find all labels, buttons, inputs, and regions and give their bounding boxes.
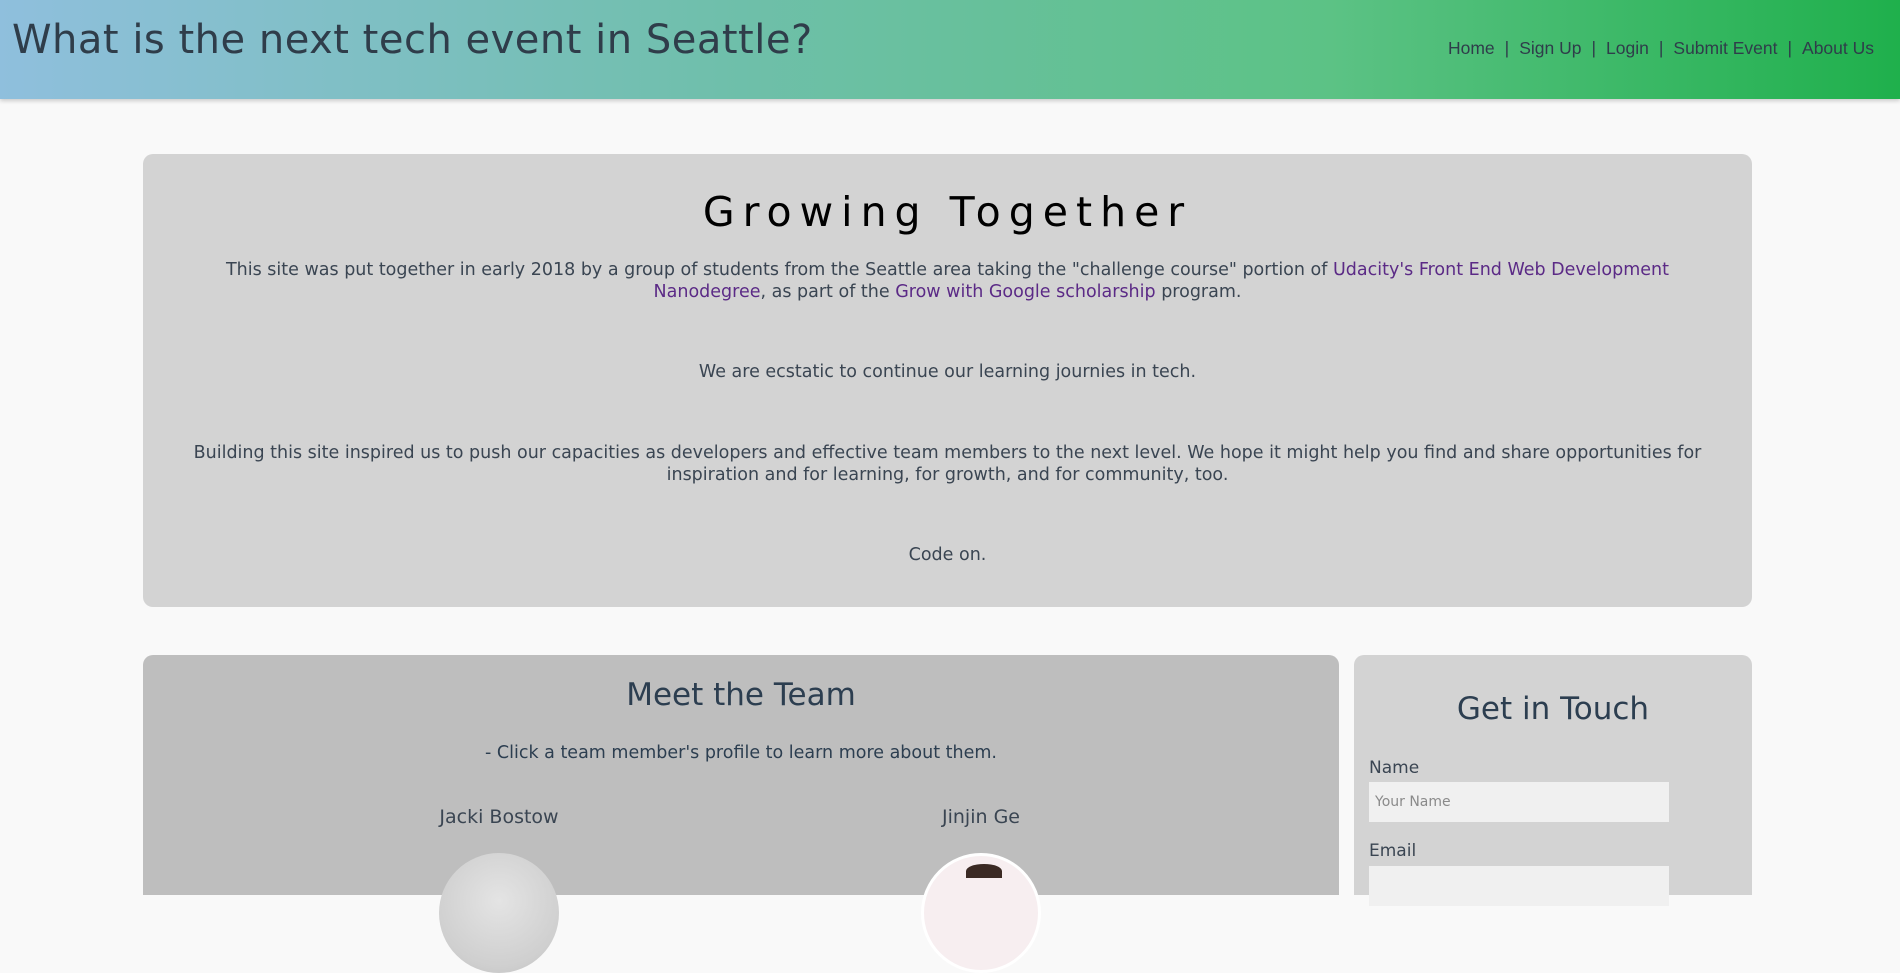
about-paragraph-intro: This site was put together in early 2018…	[193, 259, 1702, 303]
nav-separator: |	[1787, 38, 1793, 58]
nav-submit-event-link[interactable]: Submit Event	[1673, 38, 1777, 59]
about-paragraph-signoff: Code on.	[908, 545, 987, 565]
nav-login-link[interactable]: Login	[1606, 38, 1649, 59]
name-input[interactable]	[1369, 782, 1669, 822]
avatar-hair	[966, 864, 1002, 878]
avatar[interactable]	[439, 853, 559, 973]
site-title: What is the next tech event in Seattle?	[12, 17, 813, 63]
team-member-name: Jinjin Ge	[942, 806, 1020, 828]
team-subtitle: - Click a team member's profile to learn…	[485, 743, 997, 763]
email-input[interactable]	[1369, 866, 1669, 906]
intro-text-start: This site was put together in early 2018…	[225, 260, 1333, 280]
contact-title: Get in Touch	[1456, 691, 1650, 727]
grow-with-google-link[interactable]: Grow with Google scholarship	[895, 282, 1155, 302]
nav-separator: |	[1591, 38, 1597, 58]
nav-about-us-link[interactable]: About Us	[1802, 38, 1874, 59]
about-panel: Growing Together This site was put toget…	[143, 154, 1752, 607]
team-member-card[interactable]: Jacki Bostow	[349, 806, 649, 973]
nav-signup-link[interactable]: Sign Up	[1519, 38, 1581, 59]
team-member-name: Jacki Bostow	[439, 806, 559, 828]
site-header: What is the next tech event in Seattle? …	[0, 0, 1900, 99]
nav-separator: |	[1504, 38, 1510, 58]
about-paragraph-inspiration: Building this site inspired us to push o…	[193, 443, 1702, 485]
nav-home-link[interactable]: Home	[1448, 38, 1495, 59]
contact-panel: Get in Touch Name Email	[1354, 655, 1752, 906]
team-title: Meet the Team	[626, 677, 856, 713]
email-label: Email	[1369, 841, 1417, 861]
intro-text-middle: , as part of the	[760, 282, 896, 302]
team-panel: Meet the Team - Click a team member's pr…	[143, 655, 1339, 973]
about-title: Growing Together	[702, 188, 1193, 236]
team-member-card[interactable]: Jinjin Ge	[831, 806, 1131, 973]
intro-text-end: program.	[1155, 282, 1242, 302]
nav-separator: |	[1658, 38, 1664, 58]
about-paragraph-journey: We are ecstatic to continue our learning…	[698, 362, 1197, 382]
main-nav: Home | Sign Up | Login | Submit Event | …	[1448, 38, 1874, 59]
name-label: Name	[1369, 758, 1420, 778]
avatar[interactable]	[921, 853, 1041, 973]
